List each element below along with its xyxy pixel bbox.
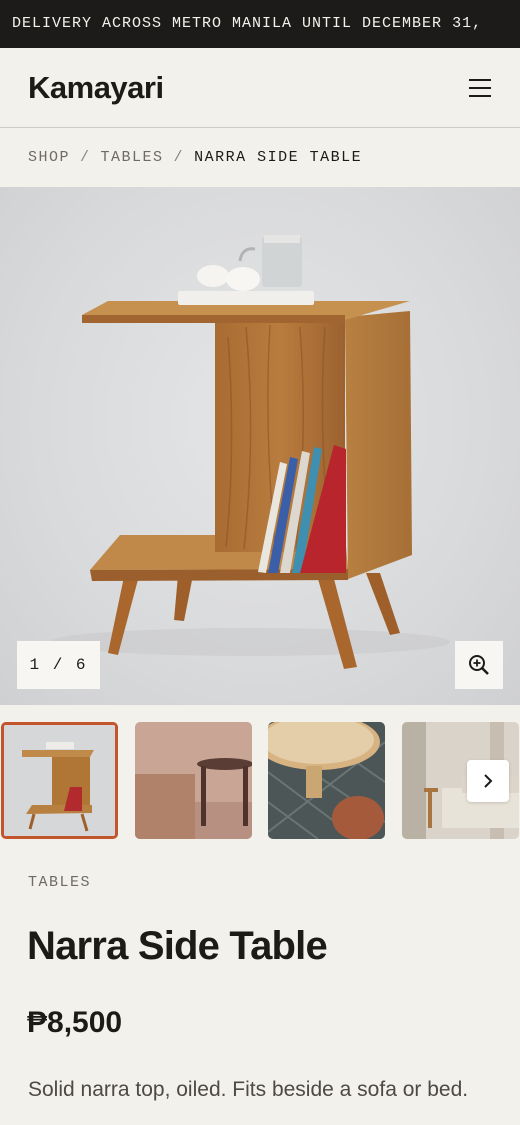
zoom-in-icon[interactable] [455,641,503,689]
hamburger-menu-icon[interactable] [465,75,495,101]
thumbnail-2[interactable] [135,722,252,839]
side-table-illustration [50,235,450,669]
product-price: ₱8,500 [27,1006,123,1039]
breadcrumb-separator: / [173,149,185,166]
image-counter: 1 / 6 [17,641,100,689]
breadcrumb-separator: / [80,149,91,166]
breadcrumb-tables[interactable]: TABLES [101,149,164,166]
announcement-text: DELIVERY ACROSS METRO MANILA UNTIL DECEM… [12,15,483,32]
announcement-bar: DELIVERY ACROSS METRO MANILA UNTIL DECEM… [0,0,520,48]
breadcrumb-current: NARRA SIDE TABLE [194,149,363,166]
site-header: Kamayari [0,48,520,128]
breadcrumb-shop[interactable]: SHOP [28,149,70,166]
product-title: Narra Side Table [27,924,328,968]
thumbnail-1[interactable] [1,722,118,839]
thumbnail-strip [0,722,520,840]
breadcrumb: SHOP / TABLES / NARRA SIDE TABLE [28,149,362,166]
site-logo[interactable]: Kamayari [28,70,164,106]
next-thumbnail-button[interactable] [467,760,509,802]
product-main-image[interactable]: 1 / 6 [0,187,520,705]
thumbnail-3[interactable] [268,722,385,839]
product-description: Solid narra top, oiled. Fits beside a so… [28,1078,469,1101]
chevron-right-icon [484,774,493,788]
product-category[interactable]: TABLES [28,874,91,891]
